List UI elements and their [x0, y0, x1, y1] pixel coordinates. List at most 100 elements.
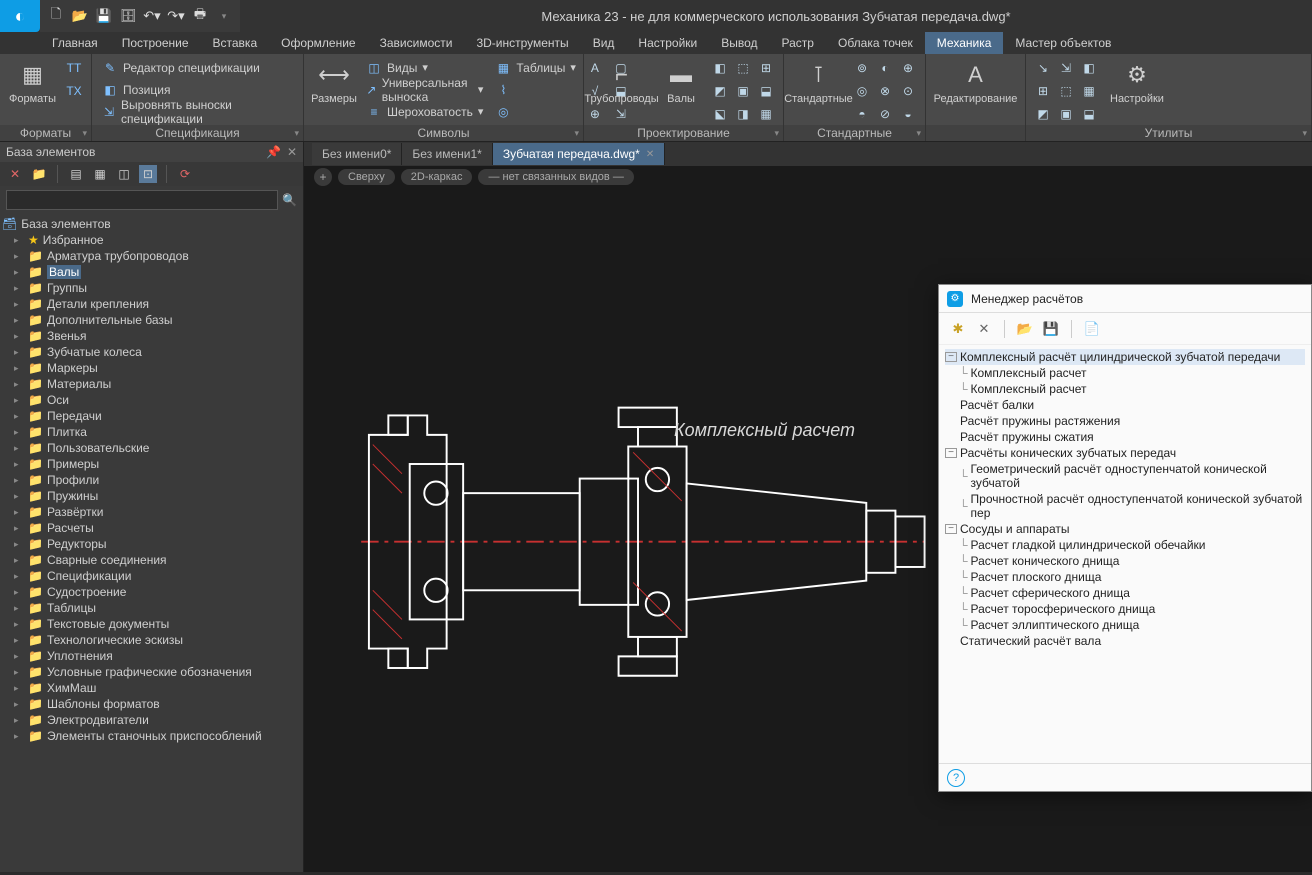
close-icon[interactable]: ✕: [287, 145, 297, 159]
shafts-button[interactable]: ▬Валы: [657, 57, 705, 107]
calc-tree-item[interactable]: └Комплексный расчет: [945, 381, 1305, 397]
tree-item[interactable]: ▸📁Редукторы: [0, 536, 303, 552]
tree-item[interactable]: ▸📁Примеры: [0, 456, 303, 472]
tree-item[interactable]: ▸📁Группы: [0, 280, 303, 296]
refresh-icon[interactable]: ⟳: [176, 165, 194, 183]
tree-item[interactable]: ▸📁Зубчатые колеса: [0, 344, 303, 360]
align-leaders-button[interactable]: ⇲Выровнять выноски спецификации: [98, 101, 297, 122]
menu-item[interactable]: 3D-инструменты: [464, 32, 580, 54]
formats-button[interactable]: ▦ Форматы: [6, 57, 59, 107]
design-tool-icon[interactable]: ⊞: [755, 57, 777, 79]
tree-item[interactable]: ▸📁Электродвигатели: [0, 712, 303, 728]
view-icon[interactable]: ⊡: [139, 165, 157, 183]
util-tool-icon[interactable]: ▦: [1078, 80, 1100, 102]
tree-item[interactable]: ▸📁Профили: [0, 472, 303, 488]
util-tool-icon[interactable]: ⬚: [1055, 80, 1077, 102]
design-tool-icon[interactable]: ⬓: [755, 80, 777, 102]
search-icon[interactable]: 🔍: [282, 193, 297, 207]
pipes-button[interactable]: ⌐Трубопроводы: [590, 57, 653, 107]
menu-item[interactable]: Главная: [40, 32, 110, 54]
leader-button[interactable]: ↗Универсальная выноска ▾: [362, 79, 487, 100]
props-calc-icon[interactable]: 📄: [1083, 320, 1101, 338]
format-tt-icon[interactable]: TT: [63, 57, 85, 79]
spec-editor-button[interactable]: ✎Редактор спецификации: [98, 57, 297, 78]
tree-item[interactable]: ▸📁Пружины: [0, 488, 303, 504]
tree-item[interactable]: ▸📁Сварные соединения: [0, 552, 303, 568]
std-tool-icon[interactable]: ◐: [874, 57, 896, 79]
delete-icon[interactable]: ✕: [6, 165, 24, 183]
design-tool-icon[interactable]: ◧: [709, 57, 731, 79]
std-tool-icon[interactable]: ⊙: [897, 80, 919, 102]
tree-item[interactable]: ▸📁Пользовательские: [0, 440, 303, 456]
help-icon[interactable]: ?: [947, 769, 965, 787]
tree-item[interactable]: ▸📁Элементы станочных приспособлений: [0, 728, 303, 744]
hole-icon[interactable]: ◎: [491, 101, 580, 122]
tree-item[interactable]: ▸📁Плитка: [0, 424, 303, 440]
tree-item[interactable]: ▸📁Технологические эскизы: [0, 632, 303, 648]
calc-tree-item[interactable]: Расчёт пружины растяжения: [945, 413, 1305, 429]
calc-manager-dialog[interactable]: ⚙ Менеджер расчётов ✱ ✕ 📂 💾 📄 −Комплексн…: [938, 284, 1312, 792]
menu-item[interactable]: Оформление: [269, 32, 367, 54]
menu-item[interactable]: Вид: [581, 32, 627, 54]
doc-tab[interactable]: Без имени1*: [402, 143, 492, 165]
design-tool-icon[interactable]: ◩: [709, 80, 731, 102]
new-file-icon[interactable]: 🗋: [46, 6, 66, 26]
tree-item[interactable]: ▸📁Развёртки: [0, 504, 303, 520]
std-tool-icon[interactable]: ⊕: [897, 57, 919, 79]
tree-item[interactable]: ▸📁Маркеры: [0, 360, 303, 376]
app-logo[interactable]: ◐: [0, 0, 40, 32]
add-view-icon[interactable]: +: [314, 168, 332, 186]
dialog-header[interactable]: ⚙ Менеджер расчётов: [939, 285, 1311, 313]
new-calc-icon[interactable]: ✱: [949, 320, 967, 338]
std-tool-icon[interactable]: ⊚: [851, 57, 873, 79]
format-tx-icon[interactable]: TX: [63, 80, 85, 102]
menu-item[interactable]: Вывод: [709, 32, 769, 54]
close-tab-icon[interactable]: ✕: [646, 149, 654, 160]
roughness-button[interactable]: ≡Шероховатость ▾: [362, 101, 487, 122]
tree-item[interactable]: ▸📁Условные графические обозначения: [0, 664, 303, 680]
tree-item[interactable]: ▸📁Оси: [0, 392, 303, 408]
calc-tree-item[interactable]: −Сосуды и аппараты: [945, 521, 1305, 537]
tree-item[interactable]: ▸📁Расчеты: [0, 520, 303, 536]
calc-tree-item[interactable]: └Расчет сферического днища: [945, 585, 1305, 601]
util-tool-icon[interactable]: ⊞: [1032, 80, 1054, 102]
save-calc-icon[interactable]: 💾: [1042, 320, 1060, 338]
calc-tree-item[interactable]: └Расчет плоского днища: [945, 569, 1305, 585]
util-tool-icon[interactable]: ▣: [1055, 103, 1077, 125]
elements-tree[interactable]: 🗃База элементов▸★Избранное▸📁Арматура тру…: [0, 214, 303, 872]
tree-item[interactable]: ▸📁Судостроение: [0, 584, 303, 600]
calc-tree-item[interactable]: └Расчет эллиптического днища: [945, 617, 1305, 633]
tree-item[interactable]: ▸📁Передачи: [0, 408, 303, 424]
qat-more-icon[interactable]: ▾: [214, 6, 234, 26]
menu-item-active[interactable]: Механика: [925, 32, 1004, 54]
view-wireframe-button[interactable]: 2D-каркас: [401, 169, 473, 185]
standard-button[interactable]: ⊺Стандартные: [790, 57, 847, 107]
tree-item[interactable]: ▸📁Спецификации: [0, 568, 303, 584]
calc-tree-item[interactable]: └Расчет торосферического днища: [945, 601, 1305, 617]
weld-icon[interactable]: ⌇: [491, 79, 580, 100]
design-tool-icon[interactable]: ▣: [732, 80, 754, 102]
menu-item[interactable]: Зависимости: [368, 32, 465, 54]
tree-item[interactable]: ▸★Избранное: [0, 232, 303, 248]
std-tool-icon[interactable]: ◓: [851, 103, 873, 125]
view-icon[interactable]: ▤: [67, 165, 85, 183]
tree-item[interactable]: ▸📁Звенья: [0, 328, 303, 344]
design-tool-icon[interactable]: ⬚: [732, 57, 754, 79]
calc-tree-item[interactable]: └Прочностной расчёт одноступенчатой кони…: [945, 491, 1305, 521]
tree-item[interactable]: ▸📁Шаблоны форматов: [0, 696, 303, 712]
delete-calc-icon[interactable]: ✕: [975, 320, 993, 338]
folder-icon[interactable]: 📁: [30, 165, 48, 183]
view-icon[interactable]: ▦: [91, 165, 109, 183]
edit-button[interactable]: AРедактирование: [932, 57, 1019, 107]
calc-tree-item[interactable]: Статический расчёт вала: [945, 633, 1305, 649]
calc-tree-item[interactable]: Расчёт пружины сжатия: [945, 429, 1305, 445]
tree-item[interactable]: ▸📁ХимМаш: [0, 680, 303, 696]
std-tool-icon[interactable]: ◒: [897, 103, 919, 125]
dialog-tree[interactable]: −Комплексный расчёт цилиндрической зубча…: [939, 345, 1311, 763]
redo-icon[interactable]: ↷▾: [166, 6, 186, 26]
save-icon[interactable]: 💾: [94, 6, 114, 26]
calc-tree-item[interactable]: └Комплексный расчет: [945, 365, 1305, 381]
design-tool-icon[interactable]: ▦: [755, 103, 777, 125]
open-calc-icon[interactable]: 📂: [1016, 320, 1034, 338]
tree-item[interactable]: ▸📁Валы: [0, 264, 303, 280]
